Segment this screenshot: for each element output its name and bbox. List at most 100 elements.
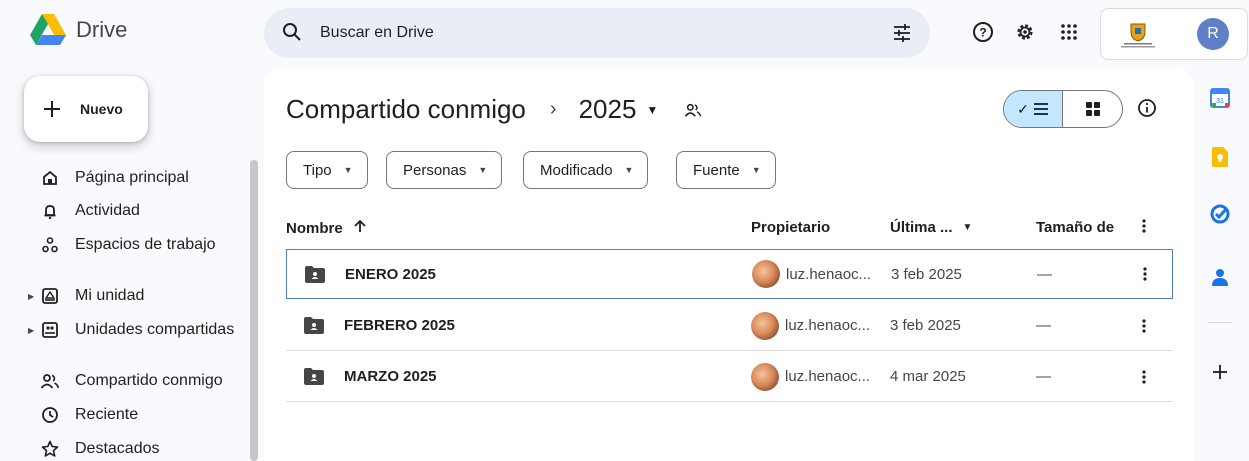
owner-cell: luz.henaoc... xyxy=(752,250,871,298)
breadcrumb: Compartido conmigo › 2025 ▼ xyxy=(286,94,702,125)
dropdown-arrow-icon[interactable]: ▼ xyxy=(646,103,658,117)
info-icon[interactable] xyxy=(1137,98,1157,123)
shared-folder-icon xyxy=(684,102,702,118)
owner-avatar xyxy=(751,311,779,340)
sidebar-item-label: Actividad xyxy=(75,202,140,219)
sidebar-item-label: Destacados xyxy=(75,440,160,457)
filter-source-chip[interactable]: Fuente ▼ xyxy=(676,151,776,189)
chip-label: Tipo xyxy=(303,161,332,179)
apps-grid-icon[interactable] xyxy=(1057,20,1081,44)
column-header-label: Tamaño de xyxy=(1036,219,1115,236)
sidebar-item-label: Página principal xyxy=(75,169,189,186)
column-header-modified[interactable]: Última ... ▼ xyxy=(890,219,972,236)
shared-folder-icon xyxy=(305,265,325,283)
owner-name: luz.henaoc... xyxy=(785,317,871,334)
filter-modified-chip[interactable]: Modificado ▼ xyxy=(523,151,649,189)
search-icon[interactable] xyxy=(282,22,302,47)
tasks-icon[interactable] xyxy=(1208,202,1232,226)
dropdown-arrow-icon: ▼ xyxy=(751,165,761,175)
expand-caret-icon[interactable]: ▶ xyxy=(28,292,34,301)
sidebar-item-label: Unidades compartidas xyxy=(75,321,235,338)
owner-cell: luz.henaoc... xyxy=(751,352,870,401)
grid-icon xyxy=(1085,102,1100,116)
settings-gear-icon[interactable] xyxy=(1013,20,1037,44)
search-input[interactable]: Buscar en Drive xyxy=(320,24,434,42)
sort-arrow-up-icon[interactable] xyxy=(353,219,367,237)
search-options-icon[interactable] xyxy=(892,23,912,48)
file-name-cell: ENERO 2025 xyxy=(305,250,436,298)
drive-icon xyxy=(40,286,60,306)
column-header-label: Nombre xyxy=(286,219,343,237)
more-options-icon[interactable] xyxy=(1143,250,1147,298)
more-options-icon[interactable] xyxy=(1142,352,1146,401)
column-header-label: Propietario xyxy=(751,219,831,236)
chip-label: Fuente xyxy=(693,161,740,179)
file-size: — xyxy=(1036,368,1051,385)
owner-avatar xyxy=(751,362,779,391)
svg-text:?: ? xyxy=(979,26,986,40)
people-icon xyxy=(40,371,60,391)
drive-logo[interactable]: Drive xyxy=(30,14,127,46)
column-header-name[interactable]: Nombre xyxy=(286,219,367,237)
view-toggle: ✓ xyxy=(1003,90,1123,128)
expand-caret-icon[interactable]: ▶ xyxy=(28,326,34,335)
breadcrumb-current[interactable]: 2025 xyxy=(579,94,637,125)
shared-drives-icon xyxy=(40,320,60,340)
file-size: — xyxy=(1037,265,1052,283)
table-row[interactable]: FEBRERO 2025 luz.henaoc... 3 feb 2025 — xyxy=(286,301,1173,351)
new-button-label: Nuevo xyxy=(80,101,123,117)
sidebar-item-label: Espacios de trabajo xyxy=(75,236,216,253)
new-button[interactable]: Nuevo xyxy=(24,76,148,142)
user-avatar[interactable]: R xyxy=(1197,18,1229,50)
sidebar-item-label: Reciente xyxy=(75,406,139,423)
grid-view-button[interactable] xyxy=(1063,91,1122,127)
table-row[interactable]: MARZO 2025 luz.henaoc... 4 mar 2025 — xyxy=(286,352,1173,402)
shared-folder-icon xyxy=(304,368,324,385)
sidebar-scrollbar[interactable] xyxy=(250,160,258,461)
file-size: — xyxy=(1036,317,1051,334)
modified-date: 4 mar 2025 xyxy=(890,368,966,385)
app-name: Drive xyxy=(76,17,128,42)
main-panel: Compartido conmigo › 2025 ▼ ✓ Tipo ▼ Pers… xyxy=(264,68,1193,461)
keep-icon[interactable] xyxy=(1208,145,1232,169)
modified-date: 3 feb 2025 xyxy=(890,317,961,334)
help-icon[interactable]: ? xyxy=(971,20,995,44)
chip-label: Modificado xyxy=(540,161,613,179)
breadcrumb-root[interactable]: Compartido conmigo xyxy=(286,94,526,125)
rail-divider xyxy=(1208,322,1232,323)
file-name-cell: MARZO 2025 xyxy=(304,352,437,401)
organization-logo xyxy=(1117,19,1159,51)
dropdown-arrow-icon[interactable]: ▼ xyxy=(963,222,973,233)
workspaces-icon xyxy=(40,235,60,255)
file-name: ENERO 2025 xyxy=(345,265,436,283)
owner-avatar xyxy=(752,260,780,288)
table-row[interactable]: ENERO 2025 luz.henaoc... 3 feb 2025 — xyxy=(286,249,1173,299)
calendar-day: 31 xyxy=(1216,98,1224,105)
more-options-icon[interactable] xyxy=(1142,301,1146,350)
column-options-icon[interactable] xyxy=(1142,219,1146,233)
column-header-owner[interactable]: Propietario xyxy=(751,219,830,236)
sidebar-item-label: Mi unidad xyxy=(75,287,145,304)
filter-people-chip[interactable]: Personas ▼ xyxy=(386,151,503,189)
check-icon: ✓ xyxy=(1017,100,1029,117)
file-name-cell: FEBRERO 2025 xyxy=(304,301,455,350)
filter-type-chip[interactable]: Tipo ▼ xyxy=(286,151,368,189)
contacts-icon[interactable] xyxy=(1208,265,1232,289)
list-icon xyxy=(1033,103,1048,115)
add-addon-icon[interactable] xyxy=(1208,360,1232,384)
search-bar[interactable]: Buscar en Drive xyxy=(264,8,930,58)
dropdown-arrow-icon: ▼ xyxy=(624,165,634,175)
home-icon xyxy=(40,168,60,188)
plus-icon xyxy=(40,97,64,126)
list-view-button[interactable]: ✓ xyxy=(1004,91,1064,127)
file-name: FEBRERO 2025 xyxy=(344,317,455,334)
star-icon xyxy=(40,439,60,459)
chip-label: Personas xyxy=(403,161,467,179)
owner-cell: luz.henaoc... xyxy=(751,301,870,350)
calendar-icon[interactable]: 31 xyxy=(1208,86,1232,110)
clock-icon xyxy=(40,405,60,425)
file-name: MARZO 2025 xyxy=(344,368,437,385)
column-header-size[interactable]: Tamaño de xyxy=(1036,219,1114,236)
column-header-label: Última ... xyxy=(890,219,953,236)
bell-icon xyxy=(40,201,60,221)
